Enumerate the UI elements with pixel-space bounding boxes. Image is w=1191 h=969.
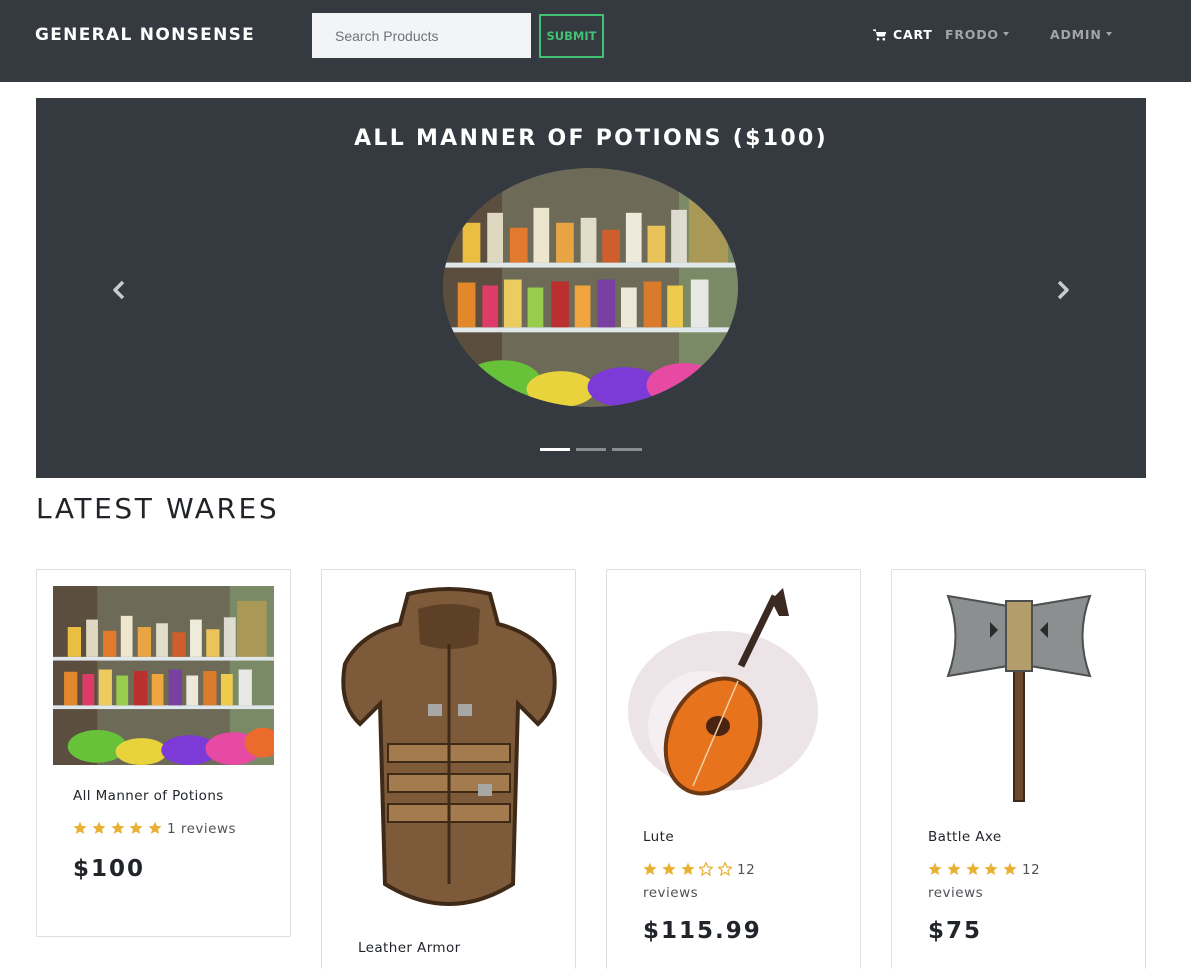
star-outline-icon [717, 861, 733, 876]
product-image[interactable] [53, 586, 274, 765]
admin-label: ADMIN [1050, 27, 1102, 42]
star-icon [129, 821, 143, 834]
star-icon [643, 862, 657, 875]
potions-image [443, 168, 738, 407]
user-dropdown[interactable]: FRODO [945, 27, 1009, 42]
battle-axe-image [946, 594, 1092, 802]
product-price: $115.99 [643, 918, 762, 944]
carousel-indicator-2[interactable] [576, 448, 606, 451]
caret-down-icon [1105, 31, 1112, 36]
product-card[interactable]: Battle Axe 12 reviews $75 [891, 569, 1146, 969]
star-icon [1003, 862, 1017, 875]
star-icon [928, 862, 942, 875]
cart-label: CART [893, 27, 933, 42]
star-icon [662, 862, 676, 875]
carousel-slide-image[interactable] [443, 168, 738, 407]
product-price: $75 [928, 918, 983, 944]
navbar: GENERAL NONSENSE SUBMIT CART FRODO ADMIN [0, 0, 1191, 82]
product-rating: 12 reviews [928, 860, 1088, 904]
product-image[interactable] [338, 584, 560, 920]
cart-icon [873, 28, 887, 40]
product-carousel: ALL MANNER OF POTIONS ($100) [36, 98, 1146, 478]
admin-dropdown[interactable]: ADMIN [1050, 27, 1112, 42]
star-icon [73, 821, 87, 834]
cart-link[interactable]: CART [873, 27, 933, 42]
carousel-indicator-3[interactable] [612, 448, 642, 451]
carousel-slide-title[interactable]: ALL MANNER OF POTIONS ($100) [36, 126, 1146, 151]
star-icon [680, 862, 695, 875]
lute-image [628, 588, 818, 796]
review-count: 1 reviews [166, 821, 237, 837]
star-icon [92, 821, 106, 834]
leather-armor-image [341, 587, 557, 906]
product-rating: 1 reviews [73, 819, 263, 842]
caret-down-icon [1002, 31, 1009, 36]
product-image[interactable] [623, 586, 845, 806]
product-rating: 12 reviews [643, 860, 803, 904]
product-name[interactable]: All Manner of Potions [73, 788, 224, 804]
star-icon [965, 862, 980, 875]
product-card[interactable]: Lute 12 reviews $115.99 [606, 569, 861, 969]
carousel-indicator-1[interactable] [540, 448, 570, 451]
product-image[interactable] [908, 586, 1130, 806]
carousel-next-button[interactable] [1050, 278, 1074, 302]
product-card[interactable]: All Manner of Potions 1 reviews $100 [36, 569, 291, 937]
section-title: LATEST WARES [36, 492, 280, 525]
star-rating [928, 862, 1017, 883]
chevron-right-icon [1057, 280, 1069, 300]
search-input[interactable] [312, 13, 531, 58]
product-name[interactable]: Lute [643, 829, 674, 845]
star-icon [984, 862, 998, 875]
chevron-left-icon [113, 280, 125, 300]
product-name[interactable]: Leather Armor [358, 940, 461, 956]
star-rating [73, 821, 162, 842]
product-card[interactable]: Leather Armor [321, 569, 576, 969]
product-name[interactable]: Battle Axe [928, 829, 1002, 845]
star-rating [643, 861, 733, 883]
submit-button[interactable]: SUBMIT [539, 14, 604, 58]
carousel-prev-button[interactable] [108, 278, 132, 302]
product-price: $100 [73, 856, 146, 882]
star-icon [148, 821, 162, 834]
potions-image [53, 586, 274, 765]
star-icon [110, 821, 125, 834]
star-outline-icon [699, 861, 714, 876]
user-label: FRODO [945, 27, 999, 42]
star-icon [947, 862, 961, 875]
brand-logo[interactable]: GENERAL NONSENSE [35, 25, 255, 45]
